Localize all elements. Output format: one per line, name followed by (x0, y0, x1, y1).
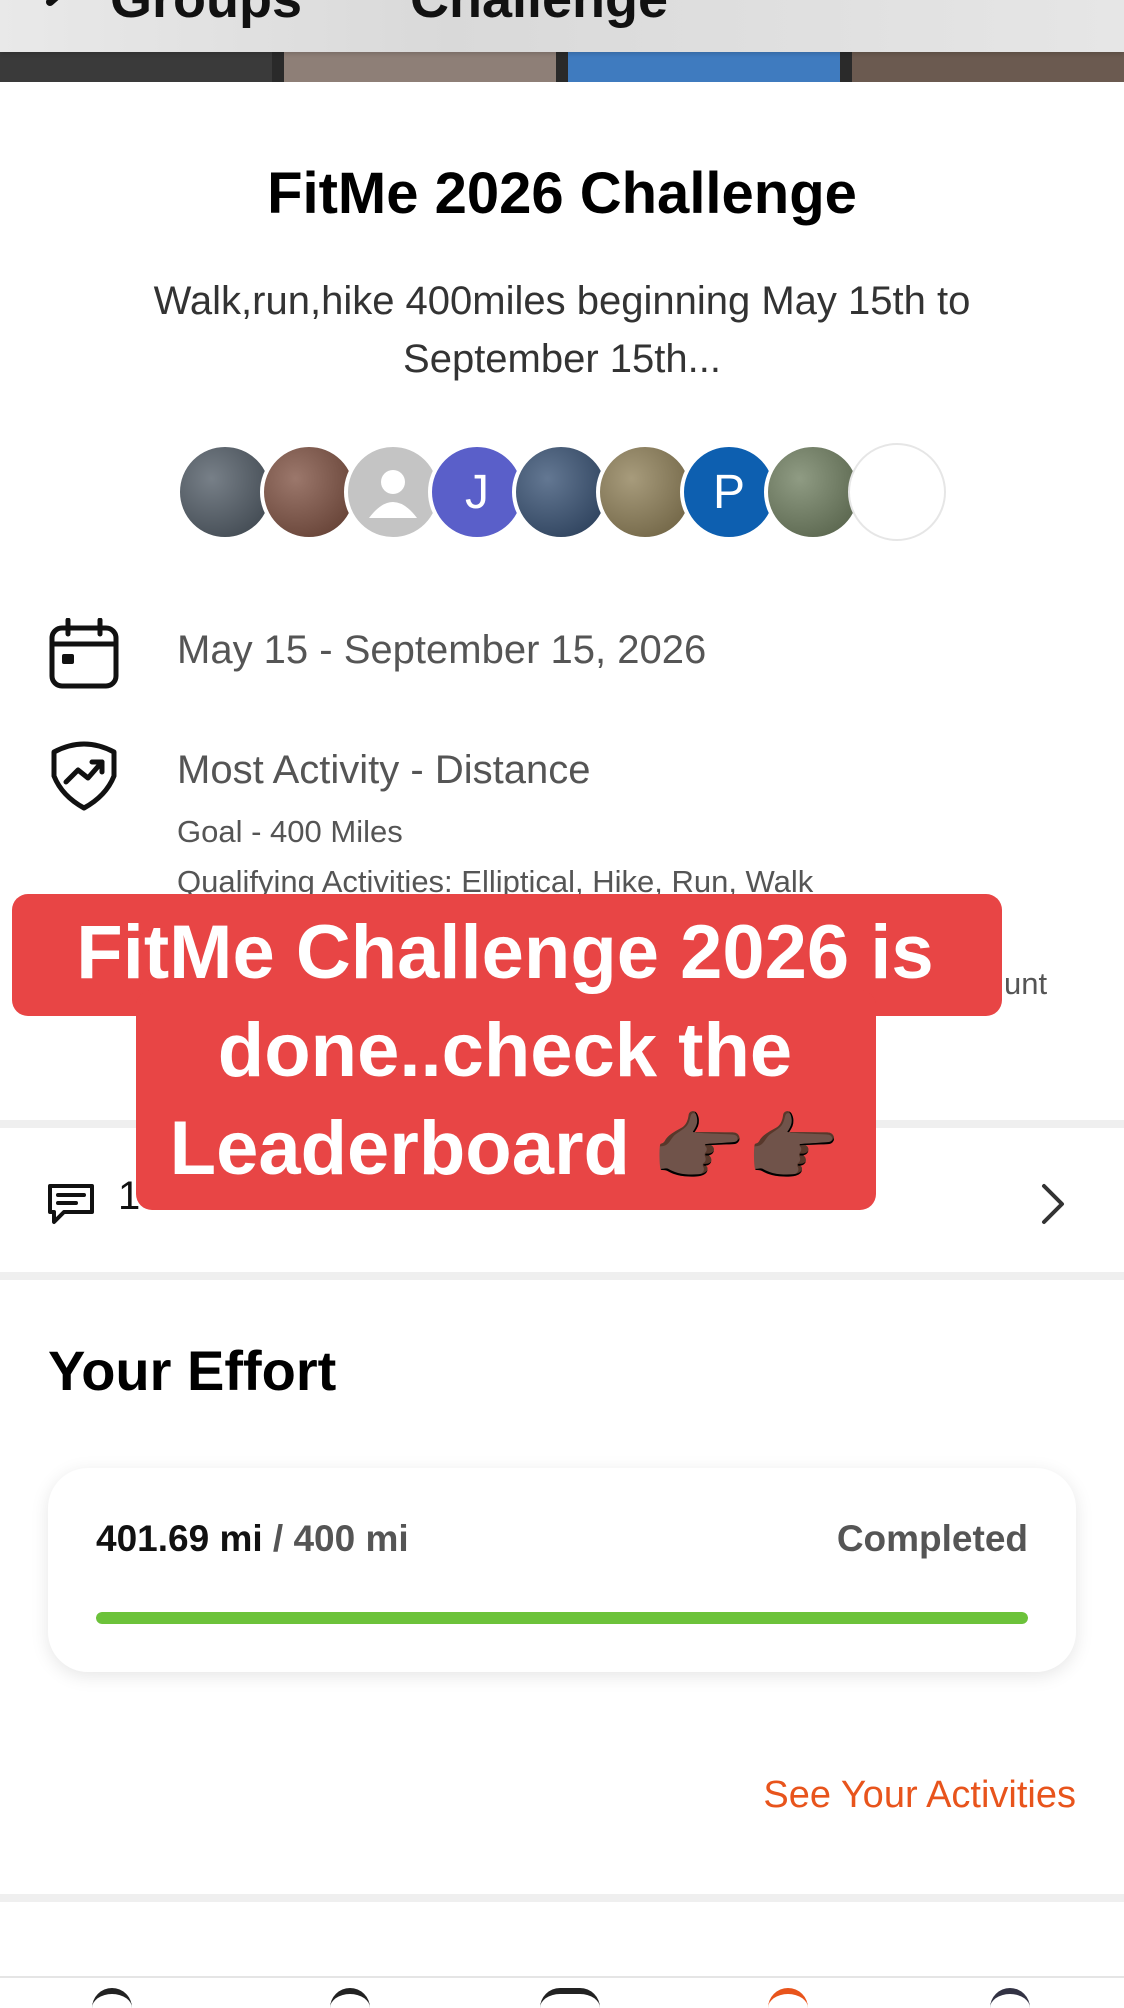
tab-icon-home[interactable] (92, 1988, 132, 2008)
effort-section-title: Your Effort (48, 1339, 337, 1402)
effort-progress-track (96, 1612, 1028, 1624)
trending-shield-icon (51, 741, 117, 811)
overlay-line: FitMe Challenge 2026 is (76, 910, 934, 995)
description-line: September 15th... (403, 337, 721, 381)
effort-status-badge: Completed (836, 1518, 1028, 1559)
back-button[interactable]: Groups (110, 0, 302, 30)
overlay-banner: FitMe Challenge 2026 is done..check the … (0, 904, 1010, 1198)
tab-icon-groups[interactable] (768, 1988, 808, 2008)
challenge-dates: May 15 - September 15, 2026 (177, 628, 707, 672)
tab-icon-record[interactable] (540, 1988, 600, 2008)
header-photo-strip: Groups Challenge (0, 0, 1124, 82)
activity-goal: Goal - 400 Miles (177, 814, 403, 849)
chevron-right-icon (1042, 1184, 1064, 1224)
back-chevron-icon[interactable] (36, 0, 76, 28)
challenge-description[interactable]: Walk,run,hike 400miles beginning May 15t… (90, 272, 1034, 388)
bottom-tab-bar (0, 1976, 1124, 2002)
effort-card: 401.69 mi / 400 mi Completed (48, 1468, 1076, 1672)
tab-icon-profile[interactable] (990, 1988, 1030, 2008)
tab-icon-maps[interactable] (330, 1988, 370, 2008)
section-divider (0, 1272, 1124, 1280)
nav-bar: Groups Challenge (0, 0, 1124, 52)
effort-value: 401.69 mi (96, 1518, 263, 1559)
calendar-icon (49, 618, 119, 689)
overlay-line: Leaderboard 👉🏿👉🏿 (169, 1106, 841, 1191)
activity-type: Most Activity - Distance (177, 748, 591, 792)
page-title: Challenge (410, 0, 668, 30)
person-placeholder-icon (369, 470, 417, 518)
effort-progress-fill (96, 1612, 1028, 1624)
effort-progress-text: 401.69 mi / 400 mi (96, 1518, 409, 1560)
participant-avatar[interactable] (848, 443, 946, 541)
avatar-initial: P (712, 465, 745, 519)
clipped-text-fragment: unt (1004, 966, 1048, 1001)
challenge-title: FitMe 2026 Challenge (267, 161, 857, 226)
overlay-line: done..check the (217, 1008, 793, 1093)
see-activities-link[interactable]: See Your Activities (763, 1774, 1076, 1817)
avatar-initial: J (465, 465, 489, 519)
effort-goal: / 400 mi (262, 1518, 409, 1559)
section-divider (0, 1894, 1124, 1902)
description-line: Walk,run,hike 400miles beginning May 15t… (153, 279, 971, 323)
